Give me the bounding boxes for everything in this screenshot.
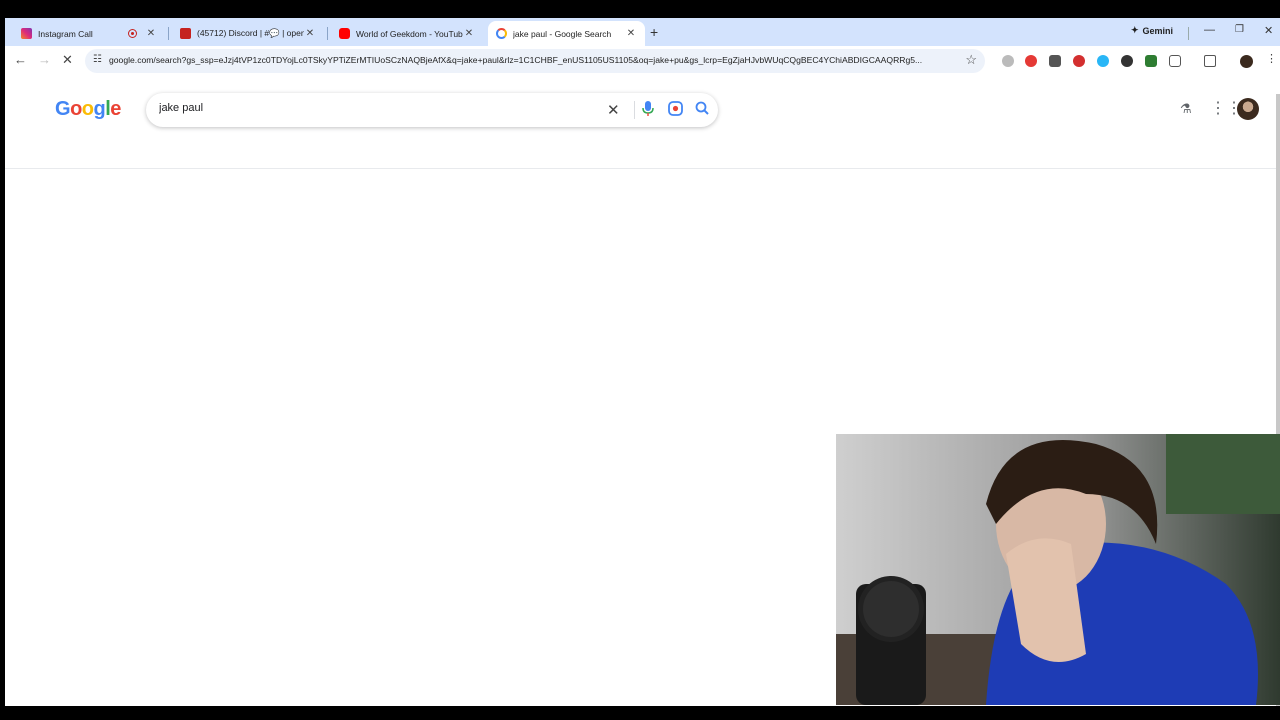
minimize-button[interactable]: — [1204,24,1215,36]
cast-icon[interactable] [1204,55,1216,67]
tab-strip: Instagram Call ✕ (45712) Discord | #💬 | … [5,18,1280,46]
bookmark-star-icon[interactable]: ☆ [965,52,977,68]
gemini-button[interactable]: ✦ Gemini [1131,25,1173,36]
lens-camera-icon[interactable] [668,101,683,119]
webcam-image [836,434,1280,705]
tab-title: Instagram Call [38,28,93,39]
separator [1188,27,1189,40]
gemini-sparkle-icon: ✦ [1131,25,1139,35]
restore-button[interactable]: ❐ [1235,24,1244,35]
url-text: google.com/search?gs_ssp=eJzj4tVP1zc0TDY… [109,55,923,65]
menu-icon[interactable]: ⋮ [1266,52,1277,65]
puzzle-icon[interactable] [1169,55,1181,67]
clear-icon[interactable]: ✕ [607,101,620,119]
webcam-overlay [836,434,1280,705]
extension-icon[interactable] [1073,55,1085,67]
tab-title: (45712) Discord | #💬 | open-sc [197,28,304,38]
window-close-button[interactable]: ✕ [1264,24,1273,37]
recording-icon [128,29,137,38]
close-icon[interactable]: ✕ [304,28,316,39]
close-icon[interactable]: ✕ [145,28,157,39]
shield-icon[interactable] [1121,55,1133,67]
address-bar[interactable]: ☷ google.com/search?gs_ssp=eJzj4tVP1zc0T… [85,49,985,73]
profile-avatar[interactable] [1240,55,1253,68]
tab-youtube[interactable]: World of Geekdom - YouTube ✕ [331,21,483,46]
new-tab-button[interactable]: + [650,24,658,40]
divider [634,101,635,119]
google-logo[interactable]: Google [55,98,121,121]
tab-separator [327,27,328,40]
close-icon[interactable]: ✕ [463,28,475,39]
extension-icon[interactable] [1049,55,1061,67]
tab-instagram[interactable]: Instagram Call ✕ [13,21,165,46]
tab-separator [168,27,169,40]
loading-spinner-icon [496,28,507,39]
extension-icon[interactable] [1145,55,1157,67]
labs-flask-icon[interactable]: ⚗ [1180,101,1192,117]
search-icon[interactable] [695,101,709,118]
screen-frame: Instagram Call ✕ (45712) Discord | #💬 | … [0,0,1280,720]
microphone-icon[interactable] [642,101,654,120]
extension-icon[interactable] [1002,55,1014,67]
account-avatar[interactable] [1237,98,1259,120]
browser-toolbar: ← → ✕ ☷ google.com/search?gs_ssp=eJzj4tV… [5,46,1280,76]
tab-google-search[interactable]: jake paul - Google Search ✕ [488,21,645,46]
search-input[interactable] [159,102,579,114]
youtube-icon [339,28,350,39]
forward-button[interactable]: → [38,52,51,67]
search-box[interactable]: ✕ [146,93,718,127]
tab-title: World of Geekdom - YouTube [356,28,463,39]
tab-discord[interactable]: (45712) Discord | #💬 | open-sc ✕ [172,21,324,46]
site-info-icon[interactable]: ☷ [93,54,102,65]
extension-icon[interactable] [1097,55,1109,67]
adblock-icon[interactable] [1025,55,1037,67]
tab-title: jake paul - Google Search [513,28,612,39]
stop-loading-button[interactable]: ✕ [62,52,73,68]
gemini-label: Gemini [1142,25,1174,36]
back-button[interactable]: ← [14,52,27,67]
google-header: Google ✕ ⚗ ⋮⋮⋮ [5,76,1280,169]
discord-icon [180,28,191,39]
close-icon[interactable]: ✕ [625,28,637,39]
instagram-icon [21,28,32,39]
